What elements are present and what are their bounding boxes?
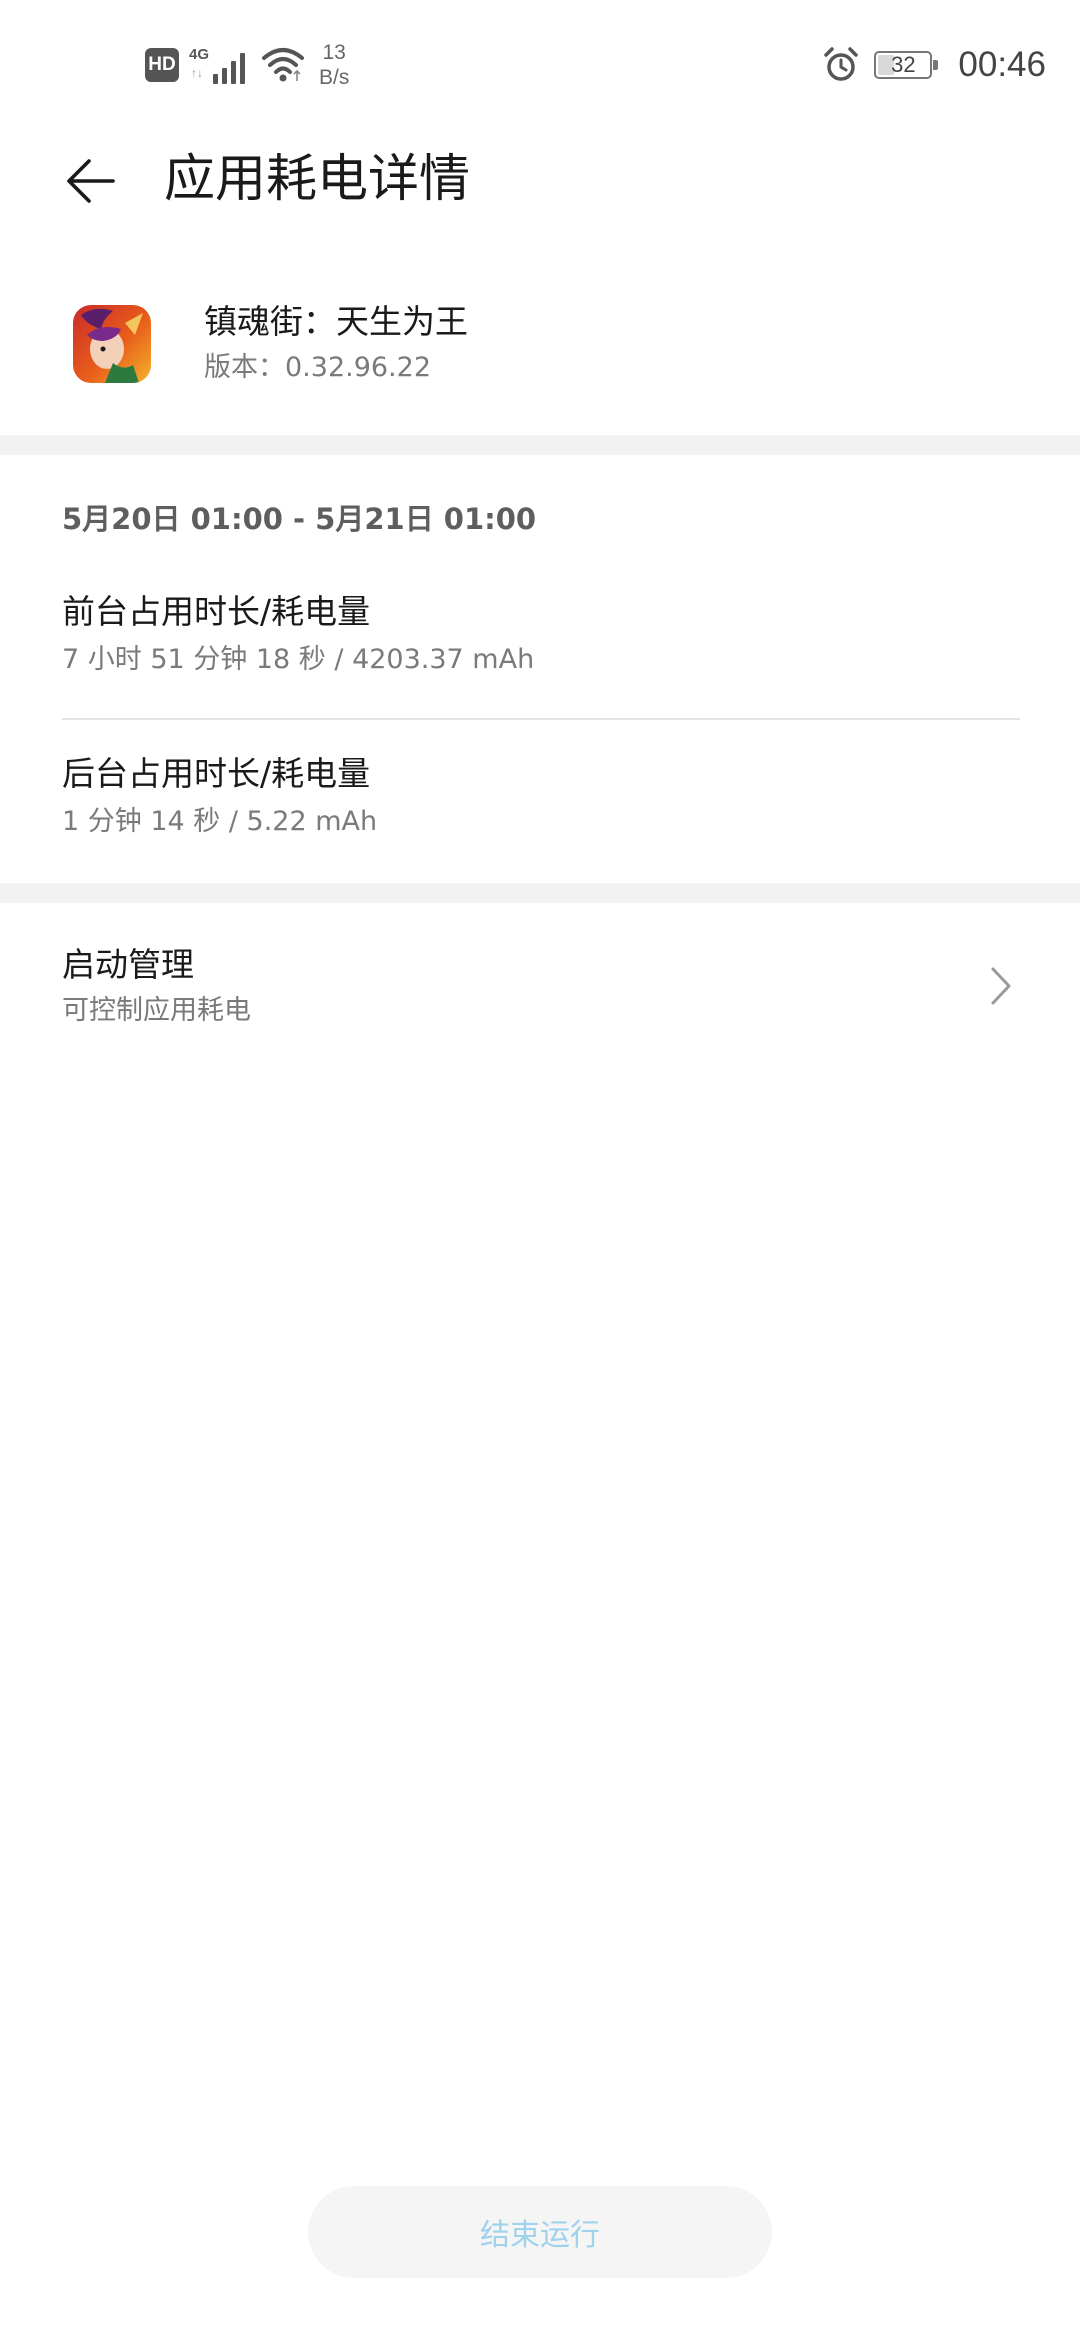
section-divider-band bbox=[0, 883, 1080, 903]
background-usage-title: 后台占用时长/耗电量 bbox=[62, 754, 371, 793]
end-process-button[interactable]: 结束运行 bbox=[308, 2186, 772, 2278]
battery-level: 32 bbox=[891, 52, 916, 77]
app-name: 镇魂街：天生为王 bbox=[204, 302, 468, 341]
section-divider-band bbox=[0, 435, 1080, 455]
status-bar-left: HD 4G ↑↓ 13 B/s bbox=[145, 38, 349, 92]
title-bar: 应用耗电详情 bbox=[0, 130, 1080, 232]
back-button[interactable] bbox=[56, 148, 126, 214]
startup-management-row[interactable]: 启动管理 可控制应用耗电 bbox=[0, 903, 1080, 1053]
app-icon bbox=[73, 305, 151, 383]
background-usage-value: 1 分钟 14 秒 / 5.22 mAh bbox=[62, 806, 378, 837]
signal-4g-icon: 4G ↑↓ bbox=[189, 42, 251, 88]
alarm-icon bbox=[822, 46, 860, 84]
network-speed: 13 B/s bbox=[319, 40, 349, 90]
foreground-usage-row: 前台占用时长/耗电量 7 小时 51 分钟 18 秒 / 4203.37 mAh bbox=[0, 590, 1080, 710]
network-type-label: 4G bbox=[189, 46, 210, 63]
hd-icon: HD bbox=[145, 48, 179, 82]
startup-management-subtitle: 可控制应用耗电 bbox=[62, 995, 251, 1026]
signal-bars bbox=[213, 53, 245, 84]
arrow-left-icon bbox=[67, 159, 115, 203]
battery-icon: 32 bbox=[874, 51, 939, 79]
date-range: 5月20日 01:00 - 5月21日 01:00 bbox=[62, 502, 537, 536]
chevron-right-icon bbox=[986, 963, 1016, 1009]
page-title: 应用耗电详情 bbox=[164, 150, 471, 209]
app-version: 版本：0.32.96.22 bbox=[204, 352, 431, 383]
network-activity-arrows: ↑↓ bbox=[191, 66, 203, 80]
foreground-usage-title: 前台占用时长/耗电量 bbox=[62, 592, 371, 631]
status-bar: HD 4G ↑↓ 13 B/s 32 00:46 bbox=[0, 0, 1080, 130]
network-speed-unit: B/s bbox=[319, 66, 350, 89]
background-usage-row: 后台占用时长/耗电量 1 分钟 14 秒 / 5.22 mAh bbox=[0, 752, 1080, 872]
foreground-usage-value: 7 小时 51 分钟 18 秒 / 4203.37 mAh bbox=[62, 644, 535, 675]
wifi-icon bbox=[261, 45, 305, 85]
row-divider bbox=[62, 718, 1020, 720]
status-time: 00:46 bbox=[958, 45, 1046, 84]
startup-management-title: 启动管理 bbox=[62, 945, 194, 984]
network-speed-value: 13 bbox=[322, 41, 346, 64]
app-info: 镇魂街：天生为王 版本：0.32.96.22 bbox=[0, 270, 1080, 420]
status-bar-right: 32 00:46 bbox=[822, 40, 1046, 90]
